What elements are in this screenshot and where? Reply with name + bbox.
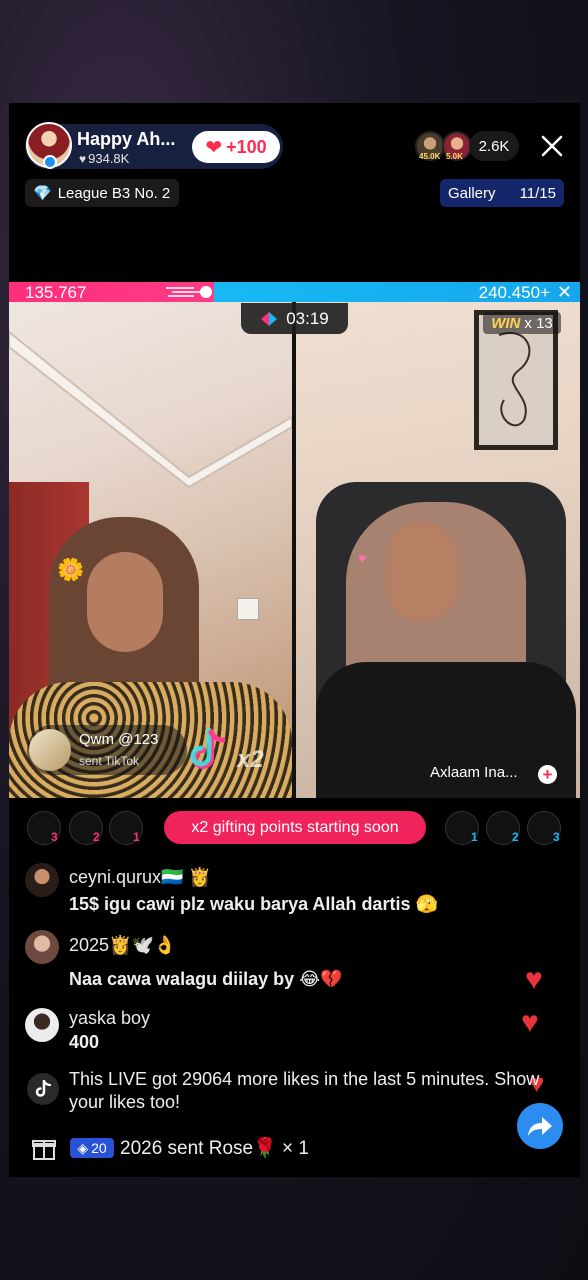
supporter-rank: 2 (93, 830, 100, 844)
gift-event-text: 2026 sent Rose🌹 × 1 (120, 1138, 309, 1159)
gallery-button[interactable]: Gallery 11/15 (440, 179, 564, 207)
viewer-tag: 5.0K (446, 152, 463, 161)
gift-multiplier: x2 (237, 746, 264, 773)
host-likes-count: 934.8K (88, 151, 130, 166)
supporter-rank: 3 (51, 830, 58, 844)
battle-close-icon: ✕ (556, 282, 572, 302)
host-name[interactable]: Happy Ah... (77, 129, 175, 150)
gallery-label: Gallery (448, 184, 496, 202)
tiktok-gift-icon (190, 728, 226, 769)
heart-small-icon: ♥ (79, 152, 87, 166)
viewer-count[interactable]: 2.6K (469, 131, 519, 161)
floating-heart-icon: ♥ (525, 963, 543, 996)
gifter-avatar[interactable] (29, 729, 71, 771)
supporter-rank: 1 (133, 830, 140, 844)
battle-icon (261, 311, 278, 326)
chat-avatar[interactable] (25, 930, 59, 964)
heart-icon: ❤ (205, 136, 223, 159)
chat-avatar[interactable] (25, 863, 59, 897)
right-score: 240.450+ (478, 283, 550, 302)
battle-score-bar: 135.767 240.450+ ✕ (9, 282, 580, 302)
opponent-name[interactable]: Axlaam Ina... (430, 764, 518, 781)
gifter-name: Qwm @123 (79, 731, 159, 748)
verified-badge-icon (43, 155, 57, 169)
right-stream-video[interactable]: ♥ (296, 302, 580, 798)
live-stream-frame: Happy Ah... ♥ 934.8K ❤ +100 45.0K 5.0K 2.… (9, 103, 580, 1177)
supporter-rank: 3 (553, 830, 560, 844)
chat-username[interactable]: yaska boy (69, 1008, 150, 1029)
left-score: 135.767 (25, 283, 87, 302)
follow-opponent-plus-icon[interactable]: + (538, 765, 557, 784)
win-label: WIN (491, 314, 521, 332)
streamer-left-face (87, 552, 163, 652)
chat-message: 15$ igu cawi plz waku barya Allah dartis… (69, 894, 438, 914)
close-icon[interactable] (539, 133, 565, 159)
chat-username[interactable]: 2025👸🕊️👌 (69, 935, 176, 956)
level-diamond-icon: ◈ (77, 1139, 89, 1156)
streak-icon (166, 286, 212, 298)
level-number: 20 (91, 1140, 107, 1156)
left-score-bar: 135.767 (9, 282, 214, 302)
host-likes: ♥ 934.8K (79, 151, 129, 166)
league-label: League B3 No. 2 (57, 184, 171, 202)
viewer-tag: 45.0K (419, 152, 441, 161)
diamond-icon: 💎 (33, 185, 52, 202)
gift-action: sent TikTok (79, 754, 140, 768)
follow-label: +100 (226, 136, 267, 157)
system-likes-message: This LIVE got 29064 more likes in the la… (69, 1069, 540, 1112)
supporter-rank: 1 (471, 830, 478, 844)
chat-avatar[interactable] (25, 1008, 59, 1042)
gallery-count: 11/15 (519, 184, 556, 202)
right-score-bar: 240.450+ ✕ (214, 282, 580, 302)
win-streak-badge: WIN x 13 (483, 312, 561, 334)
wall-switch (237, 598, 259, 620)
win-count: x 13 (524, 314, 553, 332)
tiktok-logo-icon (27, 1073, 59, 1105)
floating-heart-icon: ♥ (521, 1006, 539, 1039)
share-button[interactable] (517, 1103, 563, 1149)
user-level-badge: ◈ 20 (70, 1138, 114, 1158)
streamer-right-face (386, 522, 458, 622)
timer-value: 03:19 (286, 308, 329, 328)
heart-sticker-icon: ♥ (358, 550, 367, 566)
left-stream-video[interactable]: 🌼 (9, 302, 292, 798)
share-arrow-icon (528, 1117, 552, 1136)
chat-message: Naa cawa walagu diilay by 😂💔 (69, 969, 343, 989)
battle-timer: 03:19 (241, 303, 348, 334)
supporter-rank: 2 (512, 830, 519, 844)
gifting-points-banner: x2 gifting points starting soon (164, 811, 426, 844)
chat-message: 400 (69, 1032, 100, 1052)
flower-icon: 🌼 (57, 557, 85, 582)
follow-button[interactable]: ❤ +100 (192, 131, 280, 163)
gift-box-icon (32, 1140, 56, 1160)
chat-username[interactable]: ceyni.qurux🇸🇱 👸 (69, 867, 211, 888)
league-badge[interactable]: 💎 League B3 No. 2 (25, 179, 179, 207)
